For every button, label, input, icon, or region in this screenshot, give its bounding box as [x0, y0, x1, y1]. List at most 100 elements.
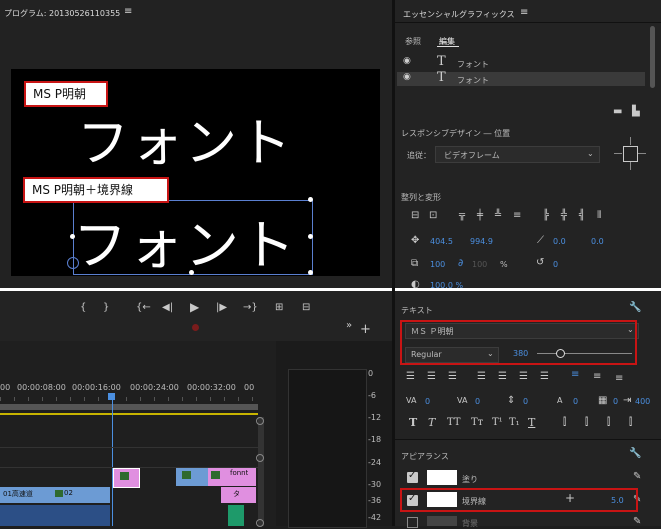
align-left-text-icon[interactable]: ☰ — [406, 372, 415, 382]
pin-widget[interactable] — [613, 135, 647, 173]
align-right-text-icon[interactable]: ☰ — [448, 372, 457, 382]
add-button-icon[interactable]: + — [360, 323, 371, 336]
work-area-bar[interactable] — [0, 404, 258, 410]
record-dot[interactable] — [192, 324, 199, 331]
distribute-vertical-icon[interactable]: ≡ — [513, 211, 521, 221]
tab-stop-decimal-icon[interactable]: ⫿ — [629, 418, 632, 428]
align-top-text-icon[interactable]: ≡ — [571, 370, 579, 380]
tab-stop-center-icon[interactable]: ⫿ — [585, 418, 588, 428]
handle-tr[interactable] — [308, 197, 313, 202]
layer-name[interactable]: フォント — [457, 75, 489, 86]
align-bottom-text-icon[interactable]: ≡ — [615, 374, 623, 384]
leading-value[interactable]: 0 — [523, 397, 528, 406]
lift-icon[interactable]: ⊞ — [275, 303, 283, 313]
timeline-scrollbar[interactable] — [258, 417, 264, 526]
align-bottom-icon[interactable]: ╩ — [495, 211, 501, 221]
fill-color-swatch[interactable] — [427, 470, 457, 485]
position-y[interactable]: 994.9 — [470, 237, 493, 246]
faux-italic-icon[interactable]: T — [428, 417, 435, 428]
baseline-value[interactable]: 0 — [573, 397, 578, 406]
tab-stop-left-icon[interactable]: ⫿ — [563, 418, 566, 428]
layer-name[interactable]: フォント — [457, 59, 489, 70]
more-controls-icon[interactable]: » — [346, 321, 352, 331]
panel-title[interactable]: エッセンシャルグラフィックス — [403, 9, 515, 20]
clip-graphic[interactable]: タ — [221, 487, 256, 503]
extract-icon[interactable]: ⊟ — [302, 303, 310, 313]
clip-video[interactable]: 02 — [52, 487, 110, 503]
align-left-icon[interactable]: ╠ — [543, 211, 549, 221]
selection-bounding-box[interactable] — [73, 200, 313, 275]
align-center-text-icon[interactable]: ☰ — [427, 372, 436, 382]
mark-in-icon[interactable]: { — [80, 303, 86, 313]
all-caps-icon[interactable]: TT — [447, 418, 461, 428]
handle-mr[interactable] — [308, 234, 313, 239]
kerning-value[interactable]: 0 — [425, 397, 430, 406]
handle-br[interactable] — [308, 270, 313, 275]
justify-left-icon[interactable]: ☰ — [477, 372, 486, 382]
align-middle-text-icon[interactable]: ≡ — [593, 372, 601, 382]
clip-graphic[interactable] — [113, 468, 140, 488]
step-forward-icon[interactable]: |▶ — [216, 303, 227, 313]
program-monitor-title[interactable]: プログラム: 20130526110355 — [4, 8, 120, 19]
wrench-icon[interactable]: 🔧 — [629, 449, 641, 459]
go-to-out-icon[interactable]: →} — [243, 303, 258, 313]
handle-ml[interactable] — [70, 234, 75, 239]
clip-video[interactable] — [176, 468, 208, 486]
tab-browse[interactable]: 参照 — [405, 36, 421, 47]
justify-center-icon[interactable]: ☰ — [498, 372, 507, 382]
pin-dropdown[interactable]: ビデオフレーム ⌄ — [435, 146, 600, 163]
shadow-checkbox[interactable] — [407, 517, 418, 528]
align-top-icon[interactable]: ╦ — [459, 211, 465, 221]
align-horizontal-center-icon[interactable]: ⊡ — [429, 211, 437, 221]
anchor-x[interactable]: 0.0 — [553, 237, 566, 246]
new-folder-icon[interactable]: ▬ — [613, 107, 622, 117]
scale-value[interactable]: 100 — [430, 260, 445, 269]
audio-clip[interactable] — [0, 505, 110, 526]
superscript-icon[interactable]: T¹ — [492, 418, 503, 428]
audio-clip-green[interactable] — [228, 505, 244, 526]
tracking-value[interactable]: 0 — [475, 397, 480, 406]
align-vertical-center-icon[interactable]: ⊟ — [411, 211, 419, 221]
play-icon[interactable]: ▶ — [190, 301, 199, 313]
eye-icon[interactable]: ◉ — [403, 56, 411, 66]
scrollbar[interactable] — [650, 26, 655, 88]
small-caps-icon[interactable]: Tт — [471, 418, 483, 428]
handle-bm[interactable] — [189, 270, 194, 275]
clip-graphic[interactable]: fonnt — [208, 468, 256, 486]
scroll-handle[interactable] — [256, 454, 264, 462]
fill-checkbox[interactable] — [407, 470, 418, 483]
scroll-handle[interactable] — [256, 417, 264, 425]
hamburger-icon[interactable]: ≡ — [520, 7, 528, 18]
hamburger-icon[interactable]: ≡ — [124, 6, 132, 17]
clip-video[interactable]: 01高速道 — [0, 487, 52, 503]
align-middle-icon[interactable]: ╪ — [477, 211, 483, 221]
tsume-value[interactable]: 0 — [613, 397, 618, 406]
eyedropper-icon[interactable]: ✎ — [633, 472, 641, 482]
wrench-icon[interactable]: 🔧 — [629, 303, 641, 313]
text-properties-panel: テキスト 🔧 ＭＳ Ｐ明朝 ⌄ Regular ⌄ 380 ☰ ☰ ☰ ☰ ☰ … — [395, 291, 661, 528]
go-to-in-icon[interactable]: {← — [136, 303, 151, 313]
align-center-icon[interactable]: ╬ — [561, 211, 567, 221]
shadow-color-swatch[interactable] — [427, 516, 457, 526]
rotation-value[interactable]: 0 — [553, 260, 558, 269]
position-x[interactable]: 404.5 — [430, 237, 453, 246]
faux-bold-icon[interactable]: T — [409, 417, 417, 428]
underline-icon[interactable]: T — [528, 417, 535, 428]
layer-row[interactable]: ◉ T フォント — [397, 54, 645, 70]
tab-width-value[interactable]: 400 — [635, 397, 650, 406]
link-icon[interactable]: ∂ — [458, 259, 463, 269]
align-right-icon[interactable]: ╣ — [579, 211, 585, 221]
justify-right-icon[interactable]: ☰ — [519, 372, 528, 382]
anchor-y[interactable]: 0.0 — [591, 237, 604, 246]
justify-all-icon[interactable]: ☰ — [540, 372, 549, 382]
step-back-icon[interactable]: ◀| — [162, 303, 173, 313]
anchor-point-icon[interactable] — [67, 257, 79, 269]
opacity-value[interactable]: 100.0 % — [430, 281, 463, 290]
distribute-horizontal-icon[interactable]: ⦀ — [597, 211, 601, 221]
subscript-icon[interactable]: T₁ — [509, 418, 520, 428]
eye-icon[interactable]: ◉ — [403, 72, 411, 82]
new-layer-icon[interactable]: ▙ — [632, 107, 640, 117]
tab-stop-right-icon[interactable]: ⫿ — [607, 418, 610, 428]
mark-out-icon[interactable]: } — [103, 303, 109, 313]
layer-row-selected[interactable]: ◉ T フォント — [397, 70, 645, 86]
